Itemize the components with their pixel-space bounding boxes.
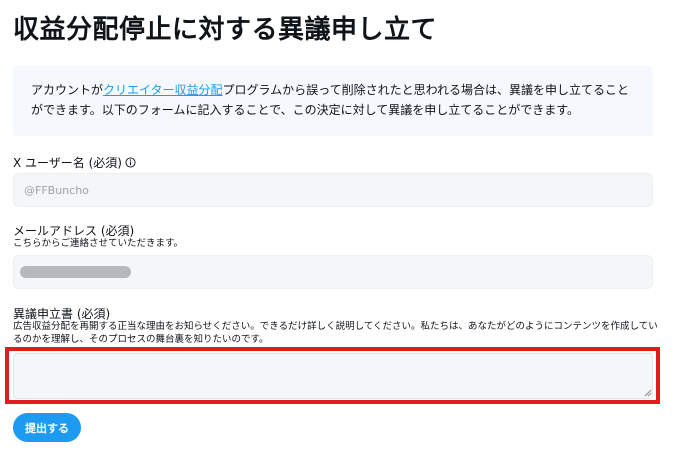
email-help-text: こちらからご連絡させていただきます。 bbox=[13, 238, 184, 249]
username-input[interactable] bbox=[13, 173, 653, 207]
redacted-email-value bbox=[20, 266, 131, 278]
appeal-textarea[interactable] bbox=[13, 353, 653, 399]
submit-button[interactable]: 提出する bbox=[13, 413, 81, 442]
username-label-row: X ユーザー名 (必須) bbox=[13, 154, 136, 171]
creator-revenue-sharing-link[interactable]: クリエイター収益分配 bbox=[103, 83, 223, 97]
page-title: 収益分配停止に対する異議申し立て bbox=[13, 15, 438, 45]
info-icon[interactable] bbox=[125, 157, 136, 168]
appeal-help-text: 広告収益分配を再開する正当な理由をお知らせください。できるだけ詳しく説明してくだ… bbox=[13, 321, 658, 345]
notice-box: アカウントがクリエイター収益分配プログラムから誤って削除されたと思われる場合は、… bbox=[13, 66, 653, 136]
username-label: X ユーザー名 (必須) bbox=[13, 156, 122, 170]
resize-grip-icon[interactable] bbox=[644, 389, 652, 397]
notice-text-start: アカウントが bbox=[31, 83, 104, 97]
